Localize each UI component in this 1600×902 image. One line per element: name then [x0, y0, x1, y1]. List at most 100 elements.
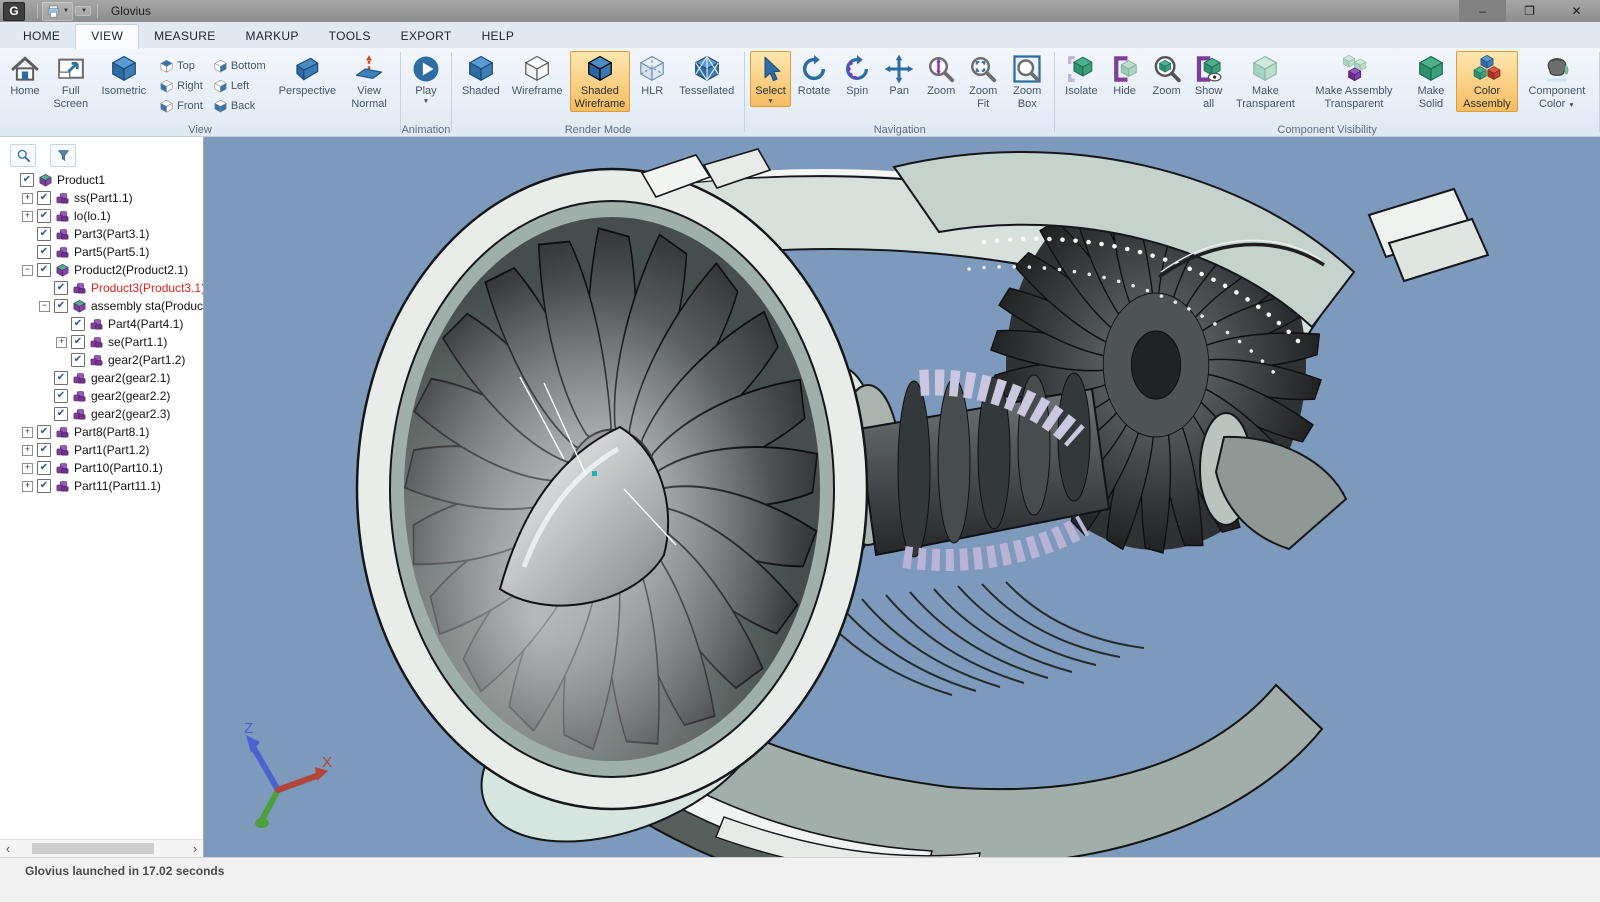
- visibility-checkbox[interactable]: ✔: [71, 317, 85, 331]
- select-tool-button[interactable]: Select ▼: [750, 51, 791, 107]
- tree-item[interactable]: +✔Part1(Part1.2): [0, 441, 203, 459]
- component-color-button[interactable]: Component Color▼: [1520, 51, 1594, 112]
- tab-tools[interactable]: TOOLS: [314, 25, 386, 48]
- pan-tool-button[interactable]: Pan: [879, 51, 919, 100]
- tree-item[interactable]: ✔Product1: [0, 171, 203, 189]
- app-logo-icon[interactable]: G: [3, 2, 25, 21]
- expander-minus-icon[interactable]: −: [22, 265, 33, 276]
- visibility-checkbox[interactable]: ✔: [54, 389, 68, 403]
- home-view-button[interactable]: Home: [5, 51, 45, 100]
- tree-item[interactable]: ✔gear2(Part1.2): [0, 351, 203, 369]
- ribbon: Home Full Screen Isometric Top Right Fro…: [0, 48, 1600, 137]
- visibility-checkbox[interactable]: ✔: [71, 353, 85, 367]
- front-view-button[interactable]: Front: [156, 96, 206, 116]
- visibility-checkbox[interactable]: ✔: [54, 371, 68, 385]
- tab-home[interactable]: HOME: [8, 25, 75, 48]
- tree-horizontal-scrollbar[interactable]: ‹ ›: [0, 839, 203, 857]
- tree-item[interactable]: ✔Part5(Part5.1): [0, 243, 203, 261]
- tree-item[interactable]: ✔Part4(Part4.1): [0, 315, 203, 333]
- visibility-checkbox[interactable]: ✔: [37, 209, 51, 223]
- scroll-left-arrow[interactable]: ‹: [0, 841, 16, 856]
- visibility-checkbox[interactable]: ✔: [71, 335, 85, 349]
- tab-export[interactable]: EXPORT: [386, 25, 467, 48]
- shaded-button[interactable]: Shaded: [457, 51, 505, 100]
- left-view-button[interactable]: Left: [210, 76, 269, 96]
- tessellated-button[interactable]: Tessellated: [674, 51, 739, 100]
- minimize-button[interactable]: –: [1459, 0, 1506, 22]
- tree-item[interactable]: ✔gear2(gear2.3): [0, 405, 203, 423]
- perspective-button[interactable]: Perspective: [274, 51, 341, 100]
- right-view-button[interactable]: Right: [156, 76, 206, 96]
- tree-item[interactable]: −✔Product2(Product2.1): [0, 261, 203, 279]
- visibility-checkbox[interactable]: ✔: [37, 479, 51, 493]
- expander-plus-icon[interactable]: +: [22, 427, 33, 438]
- tree-item[interactable]: ✔Product3(Product3.1): [0, 279, 203, 297]
- scroll-right-arrow[interactable]: ›: [187, 841, 203, 856]
- expander-plus-icon[interactable]: +: [22, 463, 33, 474]
- tree-item[interactable]: ✔gear2(gear2.1): [0, 369, 203, 387]
- visibility-checkbox[interactable]: ✔: [37, 461, 51, 475]
- back-view-button[interactable]: Back: [210, 96, 269, 116]
- expander-plus-icon[interactable]: +: [22, 193, 33, 204]
- tree-item[interactable]: +✔Part11(Part11.1): [0, 477, 203, 495]
- zoom-tool-button[interactable]: Zoom: [921, 51, 961, 100]
- visibility-checkbox[interactable]: ✔: [37, 425, 51, 439]
- expander-plus-icon[interactable]: +: [56, 337, 67, 348]
- wireframe-button[interactable]: Wireframe: [507, 51, 568, 100]
- expander-plus-icon[interactable]: +: [22, 445, 33, 456]
- tree-item[interactable]: +✔Part8(Part8.1): [0, 423, 203, 441]
- isolate-button[interactable]: Isolate: [1060, 51, 1102, 100]
- visibility-checkbox[interactable]: ✔: [20, 173, 34, 187]
- visibility-checkbox[interactable]: ✔: [54, 281, 68, 295]
- scrollbar-thumb[interactable]: [32, 843, 154, 854]
- make-solid-button[interactable]: Make Solid: [1408, 51, 1455, 112]
- visibility-checkbox[interactable]: ✔: [37, 245, 51, 259]
- tree-item[interactable]: +✔ss(Part1.1): [0, 189, 203, 207]
- play-animation-button[interactable]: Play ▼: [406, 51, 446, 107]
- tree-item[interactable]: +✔Part10(Part10.1): [0, 459, 203, 477]
- shaded-wireframe-button[interactable]: Shaded Wireframe: [570, 51, 631, 112]
- spin-tool-button[interactable]: Spin: [837, 51, 877, 100]
- visibility-checkbox[interactable]: ✔: [54, 407, 68, 421]
- zoom-fit-button[interactable]: Zoom Fit: [963, 51, 1003, 112]
- tab-help[interactable]: HELP: [467, 25, 530, 48]
- show-all-button[interactable]: Show all: [1189, 51, 1229, 112]
- expander-plus-icon[interactable]: +: [22, 481, 33, 492]
- visibility-checkbox[interactable]: ✔: [37, 191, 51, 205]
- restore-button[interactable]: ❐: [1506, 0, 1553, 22]
- tree-item[interactable]: +✔lo(lo.1): [0, 207, 203, 225]
- zoom-box-button[interactable]: Zoom Box: [1005, 51, 1049, 112]
- tree-item[interactable]: +✔se(Part1.1): [0, 333, 203, 351]
- tree-item[interactable]: ✔Part3(Part3.1): [0, 225, 203, 243]
- tree-filter-button[interactable]: [50, 144, 76, 167]
- tab-view[interactable]: VIEW: [75, 24, 139, 49]
- hlr-button[interactable]: HLR: [632, 51, 672, 100]
- hide-button[interactable]: Hide: [1105, 51, 1145, 100]
- tree-item[interactable]: −✔assembly sta(Product1.1: [0, 297, 203, 315]
- viewport-3d[interactable]: Z X: [204, 137, 1600, 857]
- visibility-checkbox[interactable]: ✔: [37, 227, 51, 241]
- make-assembly-transparent-button[interactable]: Make Assembly Transparent: [1302, 51, 1405, 112]
- isometric-button[interactable]: Isometric: [97, 51, 152, 100]
- close-button[interactable]: ✕: [1553, 0, 1600, 22]
- print-button[interactable]: ▼: [42, 2, 73, 21]
- view-normal-button[interactable]: View Normal: [343, 51, 395, 112]
- expander-plus-icon[interactable]: +: [22, 211, 33, 222]
- make-transparent-button[interactable]: Make Transparent: [1231, 51, 1301, 112]
- customize-toolbar-button[interactable]: ▼: [75, 6, 91, 16]
- tab-markup[interactable]: MARKUP: [231, 25, 314, 48]
- visibility-checkbox[interactable]: ✔: [37, 263, 51, 277]
- expander-minus-icon[interactable]: −: [39, 301, 50, 312]
- engine-model[interactable]: Z X: [204, 137, 1600, 857]
- full-screen-button[interactable]: Full Screen: [47, 51, 95, 112]
- visibility-checkbox[interactable]: ✔: [54, 299, 68, 313]
- zoom-component-button[interactable]: Zoom: [1147, 51, 1187, 100]
- top-view-button[interactable]: Top: [156, 56, 206, 76]
- tab-measure[interactable]: MEASURE: [139, 25, 230, 48]
- visibility-checkbox[interactable]: ✔: [37, 443, 51, 457]
- rotate-tool-button[interactable]: Rotate: [793, 51, 835, 100]
- tree-item[interactable]: ✔gear2(gear2.2): [0, 387, 203, 405]
- bottom-view-button[interactable]: Bottom: [210, 56, 269, 76]
- tree-search-button[interactable]: [10, 144, 36, 167]
- color-assembly-button[interactable]: Color Assembly: [1456, 51, 1517, 112]
